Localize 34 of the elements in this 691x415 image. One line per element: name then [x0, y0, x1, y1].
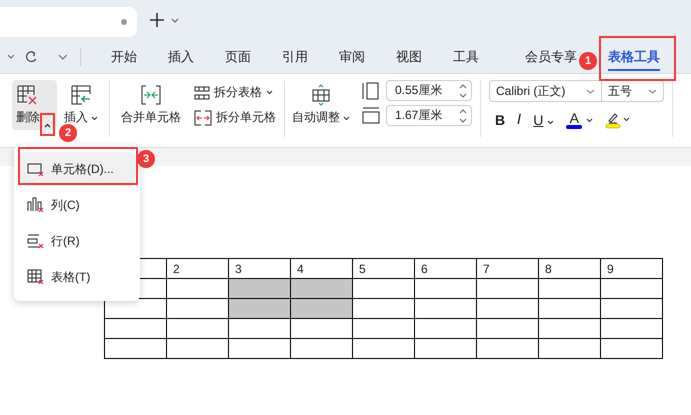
- row-height-field[interactable]: 0.55厘米: [386, 80, 472, 101]
- table-cell[interactable]: 9: [600, 258, 662, 278]
- auto-fit-button[interactable]: 自动调整: [293, 80, 349, 130]
- bold-button[interactable]: B: [495, 112, 506, 128]
- menu-item[interactable]: 行(R): [19, 224, 135, 258]
- menu-tab[interactable]: 开始: [111, 42, 137, 72]
- underline-button[interactable]: U: [533, 112, 554, 128]
- menu-tab[interactable]: 视图: [396, 42, 422, 72]
- delete-label: 删除: [16, 109, 40, 126]
- menu-item[interactable]: 表格(T): [19, 260, 135, 294]
- split-table-button[interactable]: 拆分表格: [194, 84, 276, 101]
- step-badge: 1: [579, 52, 597, 70]
- delete-button[interactable]: 删除: [12, 80, 57, 130]
- menu-tab[interactable]: 页面: [225, 42, 251, 72]
- menu-item[interactable]: 列(C): [19, 188, 135, 222]
- font-size-dropdown[interactable]: 五号: [602, 80, 664, 102]
- table-cell[interactable]: 7: [476, 258, 538, 278]
- menu-item[interactable]: 单元格(D)...: [19, 152, 135, 186]
- menu-tab[interactable]: 引用: [282, 42, 308, 72]
- table-cell[interactable]: 8: [538, 258, 600, 278]
- font-color-button[interactable]: A: [566, 110, 594, 129]
- menu-tab[interactable]: 插入: [168, 42, 194, 72]
- menu-tab[interactable]: 表格工具: [608, 42, 660, 71]
- menu-tab[interactable]: 会员专享: [525, 42, 577, 72]
- table-cell[interactable]: 2: [166, 258, 228, 278]
- table-cell[interactable]: 6: [414, 258, 476, 278]
- menu-tab[interactable]: 工具: [453, 42, 479, 72]
- font-name-dropdown[interactable]: Calibri (正文): [489, 80, 602, 102]
- menu-tab[interactable]: 审阅: [339, 42, 365, 72]
- italic-button[interactable]: I: [517, 112, 522, 128]
- merge-cells-button[interactable]: 合并单元格: [118, 80, 184, 130]
- table-cell[interactable]: 5: [352, 258, 414, 278]
- column-width-field[interactable]: 1.67厘米: [386, 105, 472, 126]
- split-cells-button[interactable]: 拆分单元格: [194, 109, 276, 126]
